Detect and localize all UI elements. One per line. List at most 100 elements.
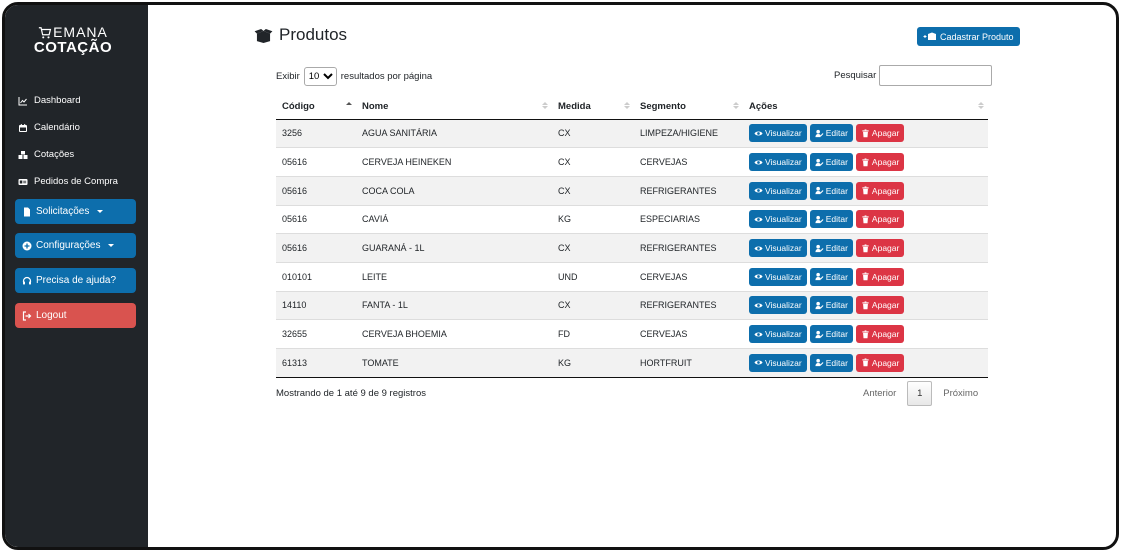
view-button[interactable]: Visualizar xyxy=(749,267,807,286)
column-header-codigo[interactable]: Código xyxy=(276,95,356,120)
view-button[interactable]: Visualizar xyxy=(749,239,807,258)
edit-button[interactable]: Editar xyxy=(809,325,853,344)
view-button[interactable]: Visualizar xyxy=(749,153,807,172)
view-button[interactable]: Visualizar xyxy=(749,210,807,229)
sort-icon xyxy=(733,102,739,109)
delete-label: Apagar xyxy=(871,157,900,168)
delete-button[interactable]: Apagar xyxy=(855,296,905,315)
cell-nome: LEITE xyxy=(356,261,552,292)
cell-nome: TOMATE xyxy=(356,348,552,378)
user-edit-icon xyxy=(815,244,824,252)
pagination: Anterior 1 Próximo xyxy=(852,381,989,406)
delete-button[interactable]: Apagar xyxy=(855,124,905,143)
sidebar-item-pedidos[interactable]: Pedidos de Compra xyxy=(18,176,118,187)
view-button[interactable]: Visualizar xyxy=(749,181,807,200)
eye-icon xyxy=(754,303,763,308)
add-box-icon xyxy=(923,32,936,40)
sidebar-item-label: Calendário xyxy=(34,122,80,133)
sidebar-item-label: Dashboard xyxy=(34,95,81,106)
edit-label: Editar xyxy=(825,357,848,368)
search-label: Pesquisar xyxy=(834,70,877,81)
cell-codigo: 32655 xyxy=(276,319,356,349)
edit-button[interactable]: Editar xyxy=(809,239,853,258)
cell-acoes: Visualizar Editar Apagar xyxy=(743,147,988,177)
edit-label: Editar xyxy=(825,243,848,254)
trash-icon xyxy=(862,358,869,367)
view-button[interactable]: Visualizar xyxy=(749,353,807,372)
view-button[interactable]: Visualizar xyxy=(749,124,807,143)
pagination-previous[interactable]: Anterior xyxy=(852,388,907,399)
delete-button[interactable]: Apagar xyxy=(855,353,905,372)
edit-button[interactable]: Editar xyxy=(809,181,853,200)
table-body: 3256 AGUA SANITÁRIA CX LIMPEZA/HIGIENE Visu… xyxy=(276,118,988,378)
table-row: 3256 AGUA SANITÁRIA CX LIMPEZA/HIGIENE Visu… xyxy=(276,118,988,148)
table-row: 05616 GUARANÁ - 1L CX REFRIGERANTES Visuali… xyxy=(276,233,988,263)
delete-button[interactable]: Apagar xyxy=(855,239,905,258)
cell-nome: CERVEJA HEINEKEN xyxy=(356,147,552,177)
eye-icon xyxy=(754,332,763,337)
edit-button[interactable]: Editar xyxy=(809,124,853,143)
search-input[interactable] xyxy=(879,65,993,86)
delete-button[interactable]: Apagar xyxy=(855,325,905,344)
view-button[interactable]: Visualizar xyxy=(749,325,807,344)
sidebar-item-dashboard[interactable]: Dashboard xyxy=(18,95,80,106)
table-row: 61313 TOMATE KG HORTFRUIT Visualizar Editar A… xyxy=(276,348,988,378)
view-label: Visualizar xyxy=(765,300,802,311)
cell-medida: CX xyxy=(552,290,634,320)
cell-nome: AGUA SANITÁRIA xyxy=(356,118,552,148)
cell-medida: CX xyxy=(552,118,634,148)
page-length-select[interactable]: 10 xyxy=(303,67,337,86)
chart-line-icon xyxy=(18,96,27,105)
boxes-icon xyxy=(18,150,28,159)
column-header-acoes[interactable]: Ações xyxy=(743,95,988,120)
trash-icon xyxy=(862,129,869,138)
table-row: 05616 CERVEJA HEINEKEN CX CERVEJAS Visualiz… xyxy=(276,147,988,177)
eye-icon xyxy=(754,131,763,136)
sort-icon xyxy=(978,102,984,109)
view-button[interactable]: Visualizar xyxy=(749,296,807,315)
cell-nome: FANTA - 1L xyxy=(356,290,552,320)
logout-button[interactable]: Logout xyxy=(15,303,136,328)
sidebar-item-cotacoes[interactable]: Cotações xyxy=(18,149,74,160)
edit-button[interactable]: Editar xyxy=(809,296,853,315)
column-header-medida[interactable]: Medida xyxy=(552,95,634,120)
chevron-down-icon xyxy=(97,210,104,213)
sidebar-item-calendario[interactable]: Calendário xyxy=(18,122,80,133)
table-row: 14110 FANTA - 1L CX REFRIGERANTES Visualiza… xyxy=(276,290,988,320)
user-edit-icon xyxy=(815,129,824,137)
solicitacoes-dropdown-button[interactable]: Solicitações xyxy=(15,199,136,224)
brand-line2: COTAÇÃO xyxy=(33,39,113,56)
help-button[interactable]: Precisa de ajuda? xyxy=(15,268,136,293)
length-suffix: resultados por página xyxy=(340,71,433,82)
edit-label: Editar xyxy=(825,128,848,139)
delete-button[interactable]: Apagar xyxy=(855,181,905,200)
view-label: Visualizar xyxy=(765,157,802,168)
edit-button[interactable]: Editar xyxy=(809,353,853,372)
sort-icon xyxy=(624,102,630,109)
configuracoes-dropdown-button[interactable]: Configurações xyxy=(15,233,136,258)
headset-icon xyxy=(22,276,32,284)
brand-logo[interactable]: EMANA COTAÇÃO xyxy=(33,25,113,56)
view-label: Visualizar xyxy=(765,271,802,282)
delete-button[interactable]: Apagar xyxy=(855,267,905,286)
sidebar-item-label: Pedidos de Compra xyxy=(34,176,118,187)
edit-button[interactable]: Editar xyxy=(809,210,853,229)
column-header-segmento[interactable]: Segmento xyxy=(634,95,743,120)
cell-medida: CX xyxy=(552,147,634,177)
add-product-button[interactable]: Cadastrar Produto xyxy=(917,27,1020,46)
trash-icon xyxy=(862,244,869,252)
edit-button[interactable]: Editar xyxy=(809,153,853,172)
delete-button[interactable]: Apagar xyxy=(855,210,905,229)
delete-label: Apagar xyxy=(871,329,900,340)
view-label: Visualizar xyxy=(765,128,802,139)
delete-button[interactable]: Apagar xyxy=(855,153,905,172)
plus-circle-icon xyxy=(22,241,32,250)
search-control: Pesquisar xyxy=(834,65,993,86)
cell-codigo: 05616 xyxy=(276,233,356,263)
column-header-nome[interactable]: Nome xyxy=(356,95,552,120)
app-window: EMANA COTAÇÃO Dashboard Calendário Cotaç… xyxy=(2,2,1119,550)
pagination-next[interactable]: Próximo xyxy=(932,388,989,399)
pagination-page-current[interactable]: 1 xyxy=(907,381,933,406)
edit-button[interactable]: Editar xyxy=(809,267,853,286)
configuracoes-label: Configurações xyxy=(36,240,101,251)
